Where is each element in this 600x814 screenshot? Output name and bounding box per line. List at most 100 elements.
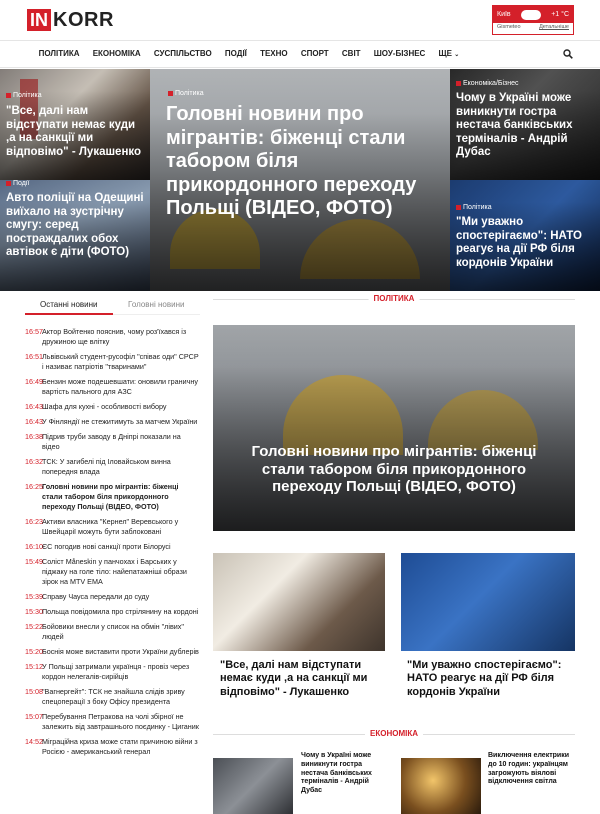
news-time: 14:52 <box>25 737 43 746</box>
economy-item1-title[interactable]: Чому в Україні може виникнути гостра нес… <box>301 752 385 796</box>
news-text: Соліст Måneskin у панчохах і Барських у … <box>42 557 187 586</box>
hero-left-bottom[interactable]: Події Авто поліції на Одещині виїхало на… <box>0 180 150 291</box>
nav-item-more[interactable]: ЩЕ ⌄ <box>432 40 466 69</box>
politics-main-title: Головні новини про мігрантів: біженці ст… <box>251 443 537 496</box>
news-item[interactable]: 15:30 Польща повідомила про стрілянину на… <box>25 607 200 617</box>
news-text: Міграційна криза може стати причиною вій… <box>42 737 198 756</box>
news-item[interactable]: 16:43 У Фінляндії не стежитимуть за матче… <box>25 417 200 427</box>
news-time: 15:22 <box>25 622 43 631</box>
news-item[interactable]: 16:43 Шафа для кухні - особливості вибору <box>25 402 200 412</box>
hero-left-top[interactable]: Політика "Все, далі нам відступати немає… <box>0 69 150 180</box>
news-item[interactable]: 15:22 Бойовики внесли у список на обмін "… <box>25 622 200 642</box>
news-item[interactable]: 15:20 Боснія може виставити проти України… <box>25 647 200 657</box>
hero-center-tag: Політика <box>175 90 204 97</box>
site-logo[interactable]: IN KORR <box>27 9 114 31</box>
news-item[interactable]: 15:12 У Польщі затримали українця - прові… <box>25 662 200 682</box>
politics-card2-image[interactable] <box>401 553 575 651</box>
news-text: ТСК: У загибелі під Іловайськом винна по… <box>42 457 171 476</box>
news-text: "Вагнергейт": ТСК не знайшла слідів зрив… <box>42 687 185 706</box>
news-text: У Польщі затримали українця - провіз чер… <box>42 662 190 681</box>
nav-item-tech[interactable]: ТЕХНО <box>253 40 294 69</box>
nav-item-sport[interactable]: СПОРТ <box>294 40 335 69</box>
news-item[interactable]: 15:39 Справу Чауса передали до суду <box>25 592 200 602</box>
hero-right-top[interactable]: Економіка/Бізнес Чому в Україні може вин… <box>450 69 600 180</box>
news-time: 15:30 <box>25 607 43 616</box>
section-label-politics[interactable]: ПОЛІТИКА <box>368 294 420 304</box>
weather-city: Київ <box>497 11 511 18</box>
news-item[interactable]: 16:23 Активи власника "Кернел" Веревськог… <box>25 517 200 537</box>
news-item[interactable]: 15:07 Перебування Петракова на чолі збірн… <box>25 712 200 732</box>
weather-source[interactable]: Gismeteo <box>497 24 521 30</box>
search-icon[interactable] <box>563 49 573 59</box>
news-text: ЄС погодив нові санкції проти Білорусі <box>42 542 171 551</box>
news-time: 15:20 <box>25 647 43 656</box>
politics-card1-title[interactable]: "Все, далі нам відступати немає куди ,а … <box>220 659 385 699</box>
news-text: Підрив труби заводу в Дніпрі показали на… <box>42 432 181 451</box>
news-time: 16:51 <box>25 352 43 361</box>
weather-more-link[interactable]: Детальніше <box>539 24 569 30</box>
news-item[interactable]: 15:49 Соліст Måneskin у панчохах і Барськ… <box>25 557 200 587</box>
news-item[interactable]: 16:32 ТСК: У загибелі під Іловайськом вин… <box>25 457 200 477</box>
economy-item2-image[interactable] <box>401 758 481 814</box>
news-item[interactable]: 16:38 Підрив труби заводу в Дніпрі показа… <box>25 432 200 452</box>
tab-latest-news[interactable]: Останні новини <box>25 298 113 315</box>
news-item[interactable]: 14:52 Міграційна криза може стати причино… <box>25 737 200 757</box>
news-item[interactable]: 15:08 "Вагнергейт": ТСК не знайшла слідів… <box>25 687 200 707</box>
news-text: Актор Войтенко пояснив, чому роз'їхався … <box>42 327 187 346</box>
nav-item-world[interactable]: СВІТ <box>335 40 367 69</box>
news-item[interactable]: 16:49 Бензин може подешевшати: оновили гр… <box>25 377 200 397</box>
news-item[interactable]: 16:10 ЄС погодив нові санкції проти Білор… <box>25 542 200 552</box>
nav-more-label: ЩЕ <box>438 48 453 58</box>
news-time: 16:43 <box>25 417 43 426</box>
news-time: 16:38 <box>25 432 43 441</box>
news-text: Польща повідомила про стрілянину на корд… <box>42 607 199 616</box>
chevron-down-icon: ⌄ <box>454 51 460 58</box>
news-item[interactable]: 16:57 Актор Войтенко пояснив, чому роз'їх… <box>25 327 200 347</box>
latest-news-list: 16:57 Актор Войтенко пояснив, чому роз'їх… <box>25 327 200 762</box>
nav-item-politics[interactable]: ПОЛІТИКА <box>32 40 86 69</box>
nav-item-society[interactable]: СУСПІЛЬСТВО <box>147 40 218 69</box>
news-time: 15:39 <box>25 592 43 601</box>
news-time: 15:12 <box>25 662 43 671</box>
economy-item1-image[interactable] <box>213 758 293 814</box>
hero-right-bottom[interactable]: Політика "Ми уважно спостерігаємо": НАТО… <box>450 180 600 291</box>
politics-main-card[interactable]: Головні новини про мігрантів: біженці ст… <box>213 325 575 531</box>
weather-widget[interactable]: Київ +1 °C Gismeteo Детальніше <box>492 5 574 35</box>
hero-right-top-tag: Економіка/Бізнес <box>463 80 519 87</box>
tab-main-news[interactable]: Головні новини <box>112 298 200 315</box>
news-text: Бензин може подешевшати: оновили граничн… <box>42 377 198 396</box>
nav-item-events[interactable]: ПОДІЇ <box>218 40 253 69</box>
section-label-economy[interactable]: ЕКОНОМІКА <box>365 729 423 739</box>
news-text: Шафа для кухні - особливості вибору <box>42 402 167 411</box>
news-time: 15:49 <box>25 557 43 566</box>
nav-item-showbiz[interactable]: ШОУ-БІЗНЕС <box>367 40 432 69</box>
news-time: 16:10 <box>25 542 43 551</box>
nav-item-economy[interactable]: ЕКОНОМІКА <box>86 40 147 69</box>
politics-card2-title[interactable]: "Ми уважно спостерігаємо": НАТО реагує н… <box>407 659 575 699</box>
news-text: Перебування Петракова на чолі збірної не… <box>42 712 199 731</box>
logo-in: IN <box>27 9 51 31</box>
news-item[interactable]: 16:25 Головні новини про мігрантів: біжен… <box>25 482 200 512</box>
news-time: 16:43 <box>25 402 43 411</box>
news-time: 15:07 <box>25 712 43 721</box>
hero-right-top-title: Чому в Україні може виникнути гостра нес… <box>456 92 573 159</box>
news-time: 16:25 <box>25 482 43 491</box>
news-tabs: Останні новини Головні новини <box>25 298 200 315</box>
section-header-economy: ЕКОНОМІКА <box>213 729 575 739</box>
news-text: Львівський студент-русофіл "співає оди" … <box>42 352 199 371</box>
news-text: Боснія може виставити проти України дубл… <box>42 647 199 656</box>
hero-right-bottom-title: "Ми уважно спостерігаємо": НАТО реагує н… <box>456 216 582 269</box>
news-time: 15:08 <box>25 687 43 696</box>
economy-item2-title[interactable]: Виключення електрики до 10 годин: україн… <box>488 752 575 787</box>
news-item[interactable]: 16:51 Львівський студент-русофіл "співає … <box>25 352 200 372</box>
news-text: Головні новини про мігрантів: біженці ст… <box>42 482 179 511</box>
hero-left-top-title: "Все, далі нам відступати немає куди ,а … <box>6 105 142 158</box>
cloud-icon <box>520 9 541 20</box>
news-time: 16:49 <box>25 377 43 386</box>
politics-card1-image[interactable] <box>213 553 385 651</box>
weather-temp: +1 °C <box>551 11 569 18</box>
news-time: 16:23 <box>25 517 43 526</box>
section-header-politics: ПОЛІТИКА <box>213 294 575 304</box>
news-text: У Фінляндії не стежитимуть за матчем Укр… <box>42 417 198 426</box>
hero-center[interactable]: Політика Головні новини про мігрантів: б… <box>150 69 450 291</box>
